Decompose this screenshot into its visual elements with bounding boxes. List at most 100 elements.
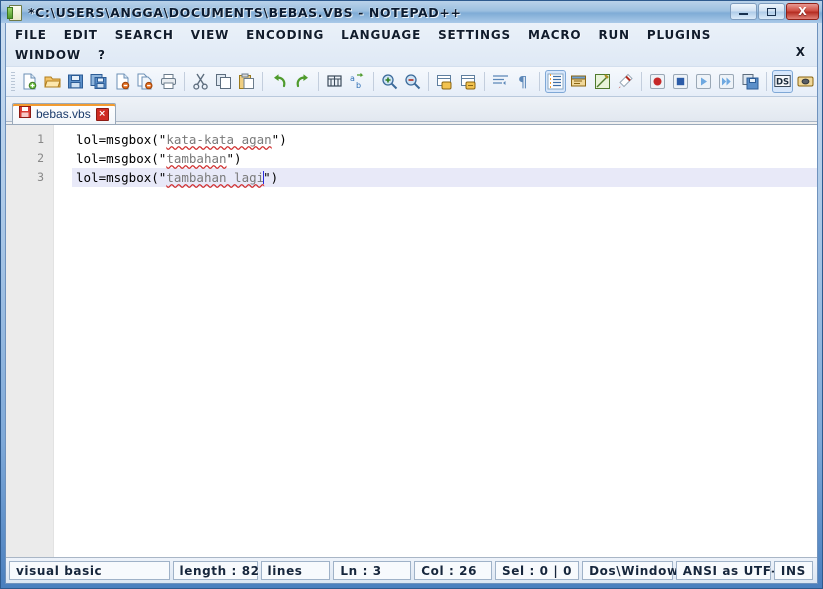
menu-help[interactable]: ? [98, 48, 106, 62]
menu-row-2: WINDOW ? [6, 45, 817, 65]
toolbar-separator [640, 72, 642, 91]
toolbar-separator [373, 72, 374, 91]
code-line-3[interactable]: lol=msgbox("tambahan lagi") [72, 168, 817, 187]
code-string: kata-kata agan [166, 132, 272, 147]
status-bar: visual basic length : 82 lines Ln : 3 Co… [6, 557, 817, 583]
word-wrap-icon[interactable] [490, 70, 511, 93]
line-number-gutter: 1 2 3 [6, 125, 53, 557]
line-number: 1 [37, 132, 44, 146]
show-all-characters-icon[interactable]: ¶ [513, 70, 534, 93]
toolbar-grip[interactable] [11, 71, 15, 92]
record-macro-icon[interactable] [647, 70, 668, 93]
menu-plugins[interactable]: PLUGINS [647, 28, 711, 42]
notepad-plus-plus-icon [7, 5, 22, 21]
code-line-2[interactable]: lol=msgbox("tambahan") [72, 149, 817, 168]
save-macro-icon[interactable] [739, 70, 760, 93]
code-suffix: ") [271, 132, 287, 147]
code-prefix: lol=msgbox(" [76, 151, 167, 166]
play-macro-icon[interactable] [693, 70, 714, 93]
document-close-button[interactable]: X [796, 45, 805, 59]
menu-file[interactable]: FILE [15, 28, 47, 42]
svg-text:a: a [350, 74, 355, 83]
code-suffix: ") [263, 170, 279, 185]
paste-icon[interactable] [236, 70, 257, 93]
toolbar-separator [317, 72, 319, 91]
toolbar-separator [428, 72, 430, 91]
minimize-button[interactable] [730, 3, 757, 20]
menu-encoding[interactable]: ENCODING [246, 28, 324, 42]
line-number: 2 [37, 151, 44, 165]
title-bar: *C:\USERS\ANGGA\DOCUMENTS\BEBAS.VBS - NO… [1, 1, 822, 23]
line-number: 3 [37, 170, 44, 184]
cut-icon[interactable] [190, 70, 211, 93]
close-button[interactable]: X [786, 3, 819, 20]
menu-language[interactable]: LANGUAGE [341, 28, 421, 42]
spell-check-icon[interactable]: DS [771, 70, 793, 93]
status-insert-mode[interactable]: INS [773, 561, 813, 580]
play-multiple-icon[interactable] [716, 70, 737, 93]
status-doc-type-label: visual basic [16, 563, 103, 578]
zoom-out-icon[interactable] [402, 70, 423, 93]
sync-vertical-scroll-icon[interactable] [434, 70, 455, 93]
toolbar: ab ¶ DS [6, 66, 817, 97]
code-prefix: lol=msgbox(" [76, 132, 167, 147]
notepadpp-window: *C:\USERS\ANGGA\DOCUMENTS\BEBAS.VBS - NO… [0, 0, 823, 589]
ui-settings-icon[interactable] [568, 70, 589, 93]
svg-text:¶: ¶ [518, 73, 528, 90]
menu-edit[interactable]: EDIT [64, 28, 98, 42]
window-controls: X [730, 3, 819, 20]
toolbar-separator [483, 72, 485, 91]
save-all-icon[interactable] [88, 70, 109, 93]
toolbar-separator [765, 72, 767, 91]
new-file-icon[interactable] [19, 70, 40, 93]
save-icon[interactable] [65, 70, 86, 93]
menu-view[interactable]: VIEW [191, 28, 229, 42]
status-eol-format[interactable]: Dos\Windows [582, 561, 686, 580]
code-prefix: lol=msgbox(" [76, 170, 167, 185]
status-column-number: Col : 26 [414, 561, 493, 580]
zoom-in-icon[interactable] [379, 70, 400, 93]
editor-area[interactable]: 1 2 3 lol=msgbox("kata-kata agan") lol=m… [6, 124, 817, 557]
menu-macro[interactable]: MACRO [528, 28, 581, 42]
stop-macro-icon[interactable] [670, 70, 691, 93]
menu-row-1: FILE EDIT SEARCH VIEW ENCODING LANGUAGE … [6, 25, 817, 45]
tab-close-icon[interactable]: × [95, 107, 109, 121]
maximize-button[interactable] [758, 3, 785, 20]
svg-text:DS: DS [776, 78, 789, 88]
code-string: tambahan [166, 151, 227, 166]
status-doc-type: visual basic [9, 561, 170, 580]
document-map-icon[interactable] [795, 70, 816, 93]
indent-guide-icon[interactable] [544, 70, 567, 93]
sync-horizontal-scroll-icon[interactable] [457, 70, 478, 93]
open-file-icon[interactable] [42, 70, 63, 93]
code-line-1[interactable]: lol=msgbox("kata-kata agan") [72, 130, 817, 149]
menu-window[interactable]: WINDOW [15, 48, 81, 62]
tab-bebas-vbs[interactable]: bebas.vbs × [12, 103, 116, 124]
undo-icon[interactable] [268, 70, 289, 93]
menu-bar: FILE EDIT SEARCH VIEW ENCODING LANGUAGE … [6, 23, 817, 66]
fold-margin[interactable] [53, 125, 72, 557]
status-lines: lines [260, 561, 331, 580]
replace-icon[interactable]: ab [347, 70, 368, 93]
tab-label: bebas.vbs [36, 107, 91, 121]
toolbar-separator [538, 72, 540, 91]
close-all-icon[interactable] [135, 70, 156, 93]
close-file-icon[interactable] [111, 70, 132, 93]
highlight-icon[interactable] [615, 70, 636, 93]
redo-icon[interactable] [292, 70, 313, 93]
find-icon[interactable] [324, 70, 345, 93]
menu-run[interactable]: RUN [598, 28, 629, 42]
status-encoding[interactable]: ANSI as UTF-8 [675, 561, 785, 580]
code-suffix: ") [226, 151, 242, 166]
client-area: FILE EDIT SEARCH VIEW ENCODING LANGUAGE … [5, 23, 818, 584]
menu-settings[interactable]: SETTINGS [438, 28, 511, 42]
user-defined-language-icon[interactable] [591, 70, 612, 93]
status-selection: Sel : 0 | 0 [495, 561, 580, 580]
code-text[interactable]: lol=msgbox("kata-kata agan") lol=msgbox(… [72, 125, 817, 557]
tab-bar: bebas.vbs × [6, 97, 817, 124]
copy-icon[interactable] [213, 70, 234, 93]
menu-search[interactable]: SEARCH [115, 28, 174, 42]
toolbar-separator [262, 72, 264, 91]
print-icon[interactable] [158, 70, 179, 93]
svg-text:b: b [356, 81, 361, 90]
